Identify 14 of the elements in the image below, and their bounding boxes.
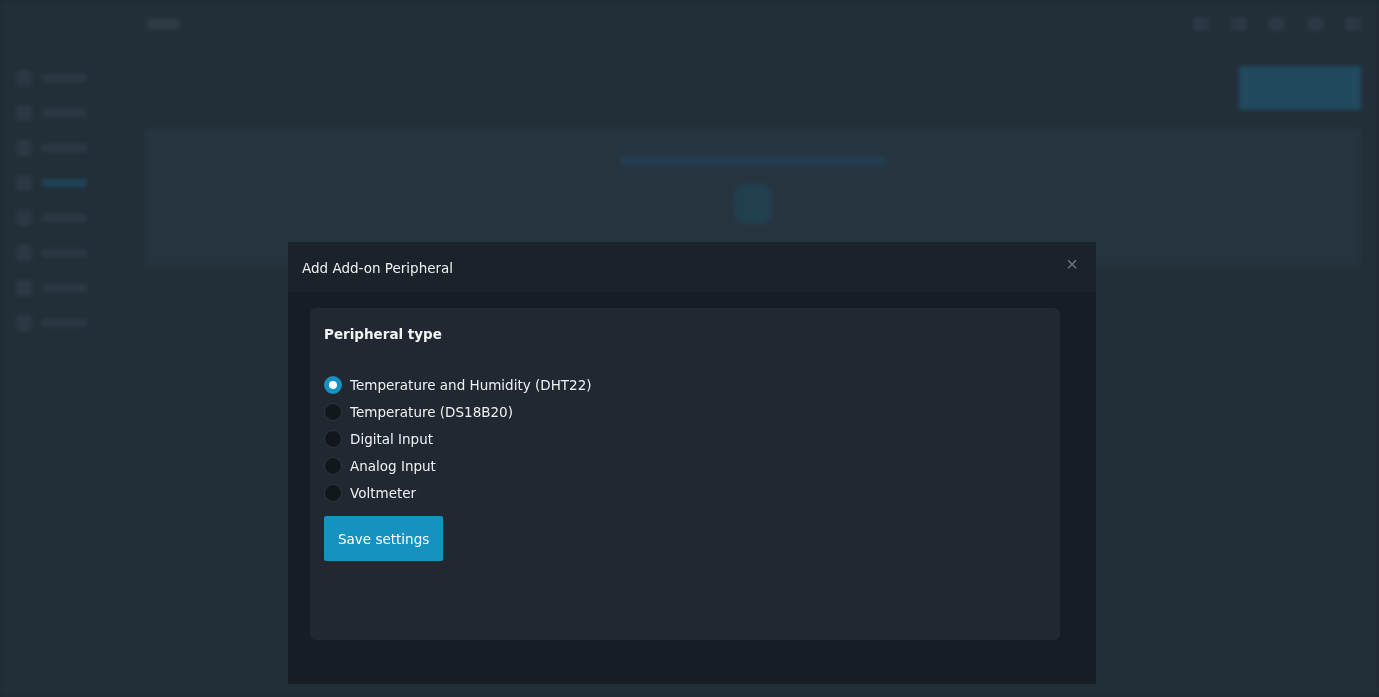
save-button[interactable]: Save settings	[324, 516, 444, 561]
option-label[interactable]: Temperature (DS18B20)	[350, 404, 513, 420]
section-title: Peripheral type	[324, 326, 443, 342]
option-label[interactable]: Analog Input	[350, 458, 436, 474]
radio-button[interactable]	[324, 403, 342, 421]
dialog-title: Add Add-on Peripheral	[302, 259, 454, 276]
close-button[interactable]: ×	[1062, 252, 1082, 276]
radio-button[interactable]	[324, 430, 342, 448]
option-label[interactable]: Voltmeter	[350, 485, 417, 501]
option-label[interactable]: Temperature and Humidity (DHT22)	[350, 377, 592, 393]
radio-button[interactable]	[324, 484, 342, 502]
radio-button[interactable]	[324, 376, 342, 394]
radio-button[interactable]	[324, 457, 342, 475]
option-label[interactable]: Digital Input	[350, 431, 434, 447]
